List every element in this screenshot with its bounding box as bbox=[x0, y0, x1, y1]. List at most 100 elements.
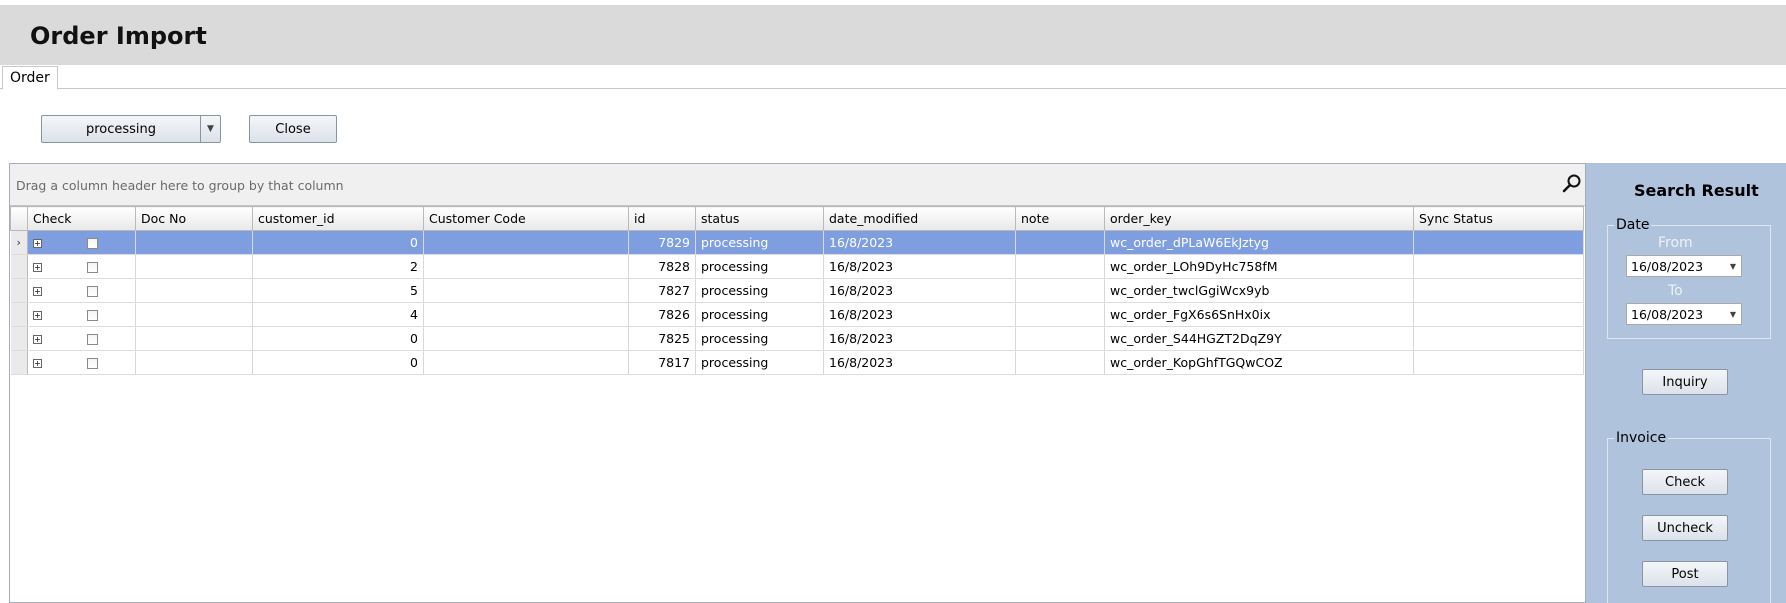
cell-sync-status[interactable] bbox=[1413, 326, 1584, 351]
cell-status[interactable]: processing bbox=[695, 230, 824, 255]
table-row[interactable]: › +0 7829 processing 16/8/2023 wc_order_dPLaW… bbox=[10, 230, 1584, 255]
cell-customer-id[interactable]: 5 bbox=[252, 278, 424, 303]
cell-doc-no[interactable] bbox=[135, 326, 253, 351]
close-button[interactable]: Close bbox=[249, 115, 337, 143]
cell-order-key[interactable]: wc_order_KopGhfTGQwCOZ bbox=[1104, 350, 1414, 375]
cell-customer-id[interactable]: 2 bbox=[252, 254, 424, 279]
cell-customer-code[interactable] bbox=[423, 350, 629, 375]
tab-order[interactable]: Order bbox=[2, 66, 58, 90]
table-row[interactable]: +4 7826 processing 16/8/2023 wc_order_FgX6s6… bbox=[10, 302, 1584, 327]
cell-order-key[interactable]: wc_order_FgX6s6SnHx0ix bbox=[1104, 302, 1414, 327]
cell-doc-no[interactable] bbox=[135, 230, 253, 255]
table-row[interactable]: +5 7827 processing 16/8/2023 wc_order_twclGg… bbox=[10, 278, 1584, 303]
row-indicator[interactable] bbox=[10, 254, 28, 279]
column-header-doc-no[interactable]: Doc No bbox=[135, 206, 253, 231]
post-button[interactable]: Post bbox=[1642, 561, 1728, 587]
cell-doc-no[interactable] bbox=[135, 278, 253, 303]
cell-customer-id[interactable]: 0 bbox=[252, 350, 424, 375]
cell-customer-code[interactable] bbox=[423, 278, 629, 303]
cell-sync-status[interactable] bbox=[1413, 254, 1584, 279]
cell-status[interactable]: processing bbox=[695, 302, 824, 327]
check-button[interactable]: Check bbox=[1642, 469, 1728, 495]
cell-status[interactable]: processing bbox=[695, 254, 824, 279]
cell-id[interactable]: 7828 bbox=[628, 254, 696, 279]
cell-date-modified[interactable]: 16/8/2023 bbox=[823, 302, 1016, 327]
to-date-input[interactable]: 16/08/2023 ▼ bbox=[1626, 303, 1742, 325]
table-row[interactable]: +0 7817 processing 16/8/2023 wc_order_KopGhf… bbox=[10, 350, 1584, 375]
expand-icon[interactable]: + bbox=[33, 263, 42, 272]
cell-date-modified[interactable]: 16/8/2023 bbox=[823, 278, 1016, 303]
cell-sync-status[interactable] bbox=[1413, 278, 1584, 303]
row-indicator[interactable] bbox=[10, 326, 28, 351]
cell-customer-id[interactable]: 4 bbox=[252, 302, 424, 327]
table-row[interactable]: +2 7828 processing 16/8/2023 wc_order_LOh9Dy… bbox=[10, 254, 1584, 279]
row-checkbox[interactable] bbox=[87, 286, 98, 297]
from-date-input[interactable]: 16/08/2023 ▼ bbox=[1626, 255, 1742, 277]
expand-icon[interactable]: + bbox=[33, 335, 42, 344]
table-row[interactable]: +0 7825 processing 16/8/2023 wc_order_S44HGZ… bbox=[10, 326, 1584, 351]
column-header-id[interactable]: id bbox=[628, 206, 696, 231]
cell-doc-no[interactable] bbox=[135, 350, 253, 375]
cell-order-key[interactable]: wc_order_S44HGZT2DqZ9Y bbox=[1104, 326, 1414, 351]
cell-note[interactable] bbox=[1015, 302, 1105, 327]
row-checkbox[interactable] bbox=[87, 262, 98, 273]
chevron-down-icon[interactable]: ▼ bbox=[1730, 310, 1736, 319]
cell-note[interactable] bbox=[1015, 254, 1105, 279]
cell-customer-code[interactable] bbox=[423, 230, 629, 255]
cell-id[interactable]: 7826 bbox=[628, 302, 696, 327]
cell-customer-id[interactable]: 0 bbox=[252, 326, 424, 351]
expand-icon[interactable]: + bbox=[33, 287, 42, 296]
column-header-date-modified[interactable]: date_modified bbox=[823, 206, 1016, 231]
group-by-panel[interactable]: Drag a column header here to group by th… bbox=[10, 164, 1585, 206]
column-header-check[interactable]: Check bbox=[27, 206, 136, 231]
search-icon[interactable] bbox=[1561, 173, 1583, 195]
chevron-down-icon[interactable]: ▼ bbox=[1730, 262, 1736, 271]
row-checkbox[interactable] bbox=[87, 334, 98, 345]
expand-icon[interactable]: + bbox=[33, 239, 42, 248]
cell-doc-no[interactable] bbox=[135, 302, 253, 327]
cell-customer-code[interactable] bbox=[423, 254, 629, 279]
cell-status[interactable]: processing bbox=[695, 326, 824, 351]
column-header-customer-code[interactable]: Customer Code bbox=[423, 206, 629, 231]
cell-order-key[interactable]: wc_order_twclGgiWcx9yb bbox=[1104, 278, 1414, 303]
cell-id[interactable]: 7827 bbox=[628, 278, 696, 303]
cell-order-key[interactable]: wc_order_LOh9DyHc758fM bbox=[1104, 254, 1414, 279]
cell-date-modified[interactable]: 16/8/2023 bbox=[823, 254, 1016, 279]
row-checkbox[interactable] bbox=[87, 358, 98, 369]
status-filter-dropdown[interactable]: processing ▼ bbox=[41, 115, 221, 143]
cell-customer-code[interactable] bbox=[423, 326, 629, 351]
expand-icon[interactable]: + bbox=[33, 311, 42, 320]
row-indicator[interactable] bbox=[10, 278, 28, 303]
expand-icon[interactable]: + bbox=[33, 359, 42, 368]
row-indicator[interactable] bbox=[10, 302, 28, 327]
cell-order-key[interactable]: wc_order_dPLaW6EkJztyg bbox=[1104, 230, 1414, 255]
cell-date-modified[interactable]: 16/8/2023 bbox=[823, 350, 1016, 375]
cell-date-modified[interactable]: 16/8/2023 bbox=[823, 326, 1016, 351]
column-header-order-key[interactable]: order_key bbox=[1104, 206, 1414, 231]
cell-sync-status[interactable] bbox=[1413, 302, 1584, 327]
row-indicator[interactable]: › bbox=[10, 230, 28, 255]
cell-id[interactable]: 7817 bbox=[628, 350, 696, 375]
cell-sync-status[interactable] bbox=[1413, 350, 1584, 375]
cell-customer-code[interactable] bbox=[423, 302, 629, 327]
cell-sync-status[interactable] bbox=[1413, 230, 1584, 255]
cell-id[interactable]: 7825 bbox=[628, 326, 696, 351]
cell-status[interactable]: processing bbox=[695, 350, 824, 375]
uncheck-button[interactable]: Uncheck bbox=[1642, 515, 1728, 541]
row-checkbox[interactable] bbox=[87, 238, 98, 249]
column-header-status[interactable]: status bbox=[695, 206, 824, 231]
cell-status[interactable]: processing bbox=[695, 278, 824, 303]
chevron-down-icon[interactable]: ▼ bbox=[200, 116, 220, 142]
cell-customer-id[interactable]: 0 bbox=[252, 230, 424, 255]
column-header-note[interactable]: note bbox=[1015, 206, 1105, 231]
row-indicator[interactable] bbox=[10, 350, 28, 375]
cell-note[interactable] bbox=[1015, 230, 1105, 255]
cell-note[interactable] bbox=[1015, 326, 1105, 351]
column-header-sync-status[interactable]: Sync Status bbox=[1413, 206, 1584, 231]
cell-note[interactable] bbox=[1015, 350, 1105, 375]
cell-id[interactable]: 7829 bbox=[628, 230, 696, 255]
column-header-customer-id[interactable]: customer_id bbox=[252, 206, 424, 231]
cell-date-modified[interactable]: 16/8/2023 bbox=[823, 230, 1016, 255]
inquiry-button[interactable]: Inquiry bbox=[1642, 369, 1728, 395]
cell-doc-no[interactable] bbox=[135, 254, 253, 279]
